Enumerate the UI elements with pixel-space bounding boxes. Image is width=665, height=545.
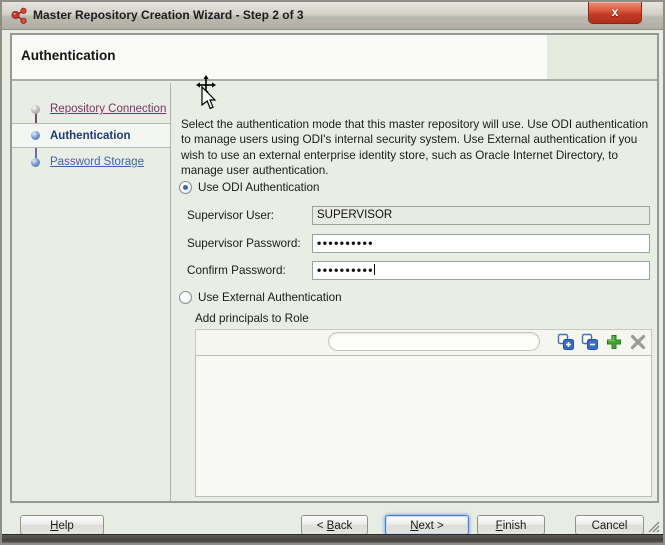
- help-button[interactable]: Help: [20, 515, 104, 535]
- principals-toolbar-icons: [557, 333, 647, 351]
- remove-all-icon[interactable]: [581, 333, 599, 351]
- add-icon[interactable]: [605, 333, 623, 351]
- external-authentication-radio[interactable]: [179, 291, 192, 304]
- principals-list[interactable]: [195, 355, 652, 497]
- close-button[interactable]: x: [588, 2, 642, 24]
- confirm-password-label: Confirm Password:: [187, 264, 286, 277]
- step-bullet-icon: [31, 104, 40, 114]
- header-decoration: [547, 35, 657, 79]
- odi-authentication-radio-label[interactable]: Use ODI Authentication: [198, 181, 320, 194]
- add-principals-label: Add principals to Role: [195, 312, 309, 325]
- next-button[interactable]: Next >: [385, 515, 469, 535]
- sidebar-item-password-storage[interactable]: Password Storage: [12, 150, 170, 174]
- masked-password-value: ••••••••••: [317, 236, 375, 250]
- step-label: Authentication: [50, 129, 131, 142]
- odi-authentication-radio-row: Use ODI Authentication: [179, 181, 320, 194]
- sidebar-item-repository-connection[interactable]: Repository Connection: [12, 97, 170, 121]
- masked-password-value: ••••••••••: [317, 263, 375, 277]
- supervisor-user-label: Supervisor User:: [187, 209, 275, 222]
- mouse-cursor: [196, 75, 217, 110]
- odi-app-icon: [10, 7, 28, 25]
- text-caret: [374, 264, 376, 275]
- external-authentication-radio-label[interactable]: Use External Authentication: [198, 291, 342, 304]
- wizard-step-sidebar: Repository Connection Authentication Pas…: [12, 83, 171, 501]
- wizard-content-box: Authentication Repository Connection Aut…: [10, 33, 659, 503]
- wizard-window: Master Repository Creation Wizard - Step…: [0, 0, 665, 545]
- supervisor-password-field[interactable]: ••••••••••: [312, 234, 650, 253]
- wizard-header: Authentication: [12, 35, 657, 81]
- window-bottom-frame: [2, 534, 663, 543]
- supervisor-user-field[interactable]: SUPERVISOR: [312, 206, 650, 225]
- cancel-button[interactable]: Cancel: [575, 515, 644, 535]
- window-title: Master Repository Creation Wizard - Step…: [33, 8, 304, 22]
- step-label[interactable]: Repository Connection: [50, 103, 166, 115]
- step-label[interactable]: Password Storage: [50, 156, 144, 168]
- step-bullet-icon: [31, 157, 40, 167]
- delete-icon[interactable]: [629, 333, 647, 351]
- finish-button[interactable]: Finish: [477, 515, 545, 535]
- external-authentication-radio-row: Use External Authentication: [179, 291, 342, 304]
- resize-grip[interactable]: [647, 520, 660, 533]
- supervisor-password-label: Supervisor Password:: [187, 237, 301, 250]
- titlebar[interactable]: Master Repository Creation Wizard - Step…: [2, 2, 663, 30]
- description-text: Select the authentication mode that this…: [181, 117, 649, 178]
- confirm-password-field[interactable]: ••••••••••: [312, 261, 650, 280]
- sidebar-item-authentication[interactable]: Authentication: [12, 123, 170, 148]
- step-bullet-icon: [31, 131, 40, 140]
- add-all-icon[interactable]: [557, 333, 575, 351]
- wizard-main-pane: Select the authentication mode that this…: [171, 75, 657, 501]
- principals-search-input[interactable]: [328, 332, 540, 351]
- page-title: Authentication: [21, 48, 116, 63]
- back-button[interactable]: < Back: [301, 515, 368, 535]
- odi-authentication-radio[interactable]: [179, 181, 192, 194]
